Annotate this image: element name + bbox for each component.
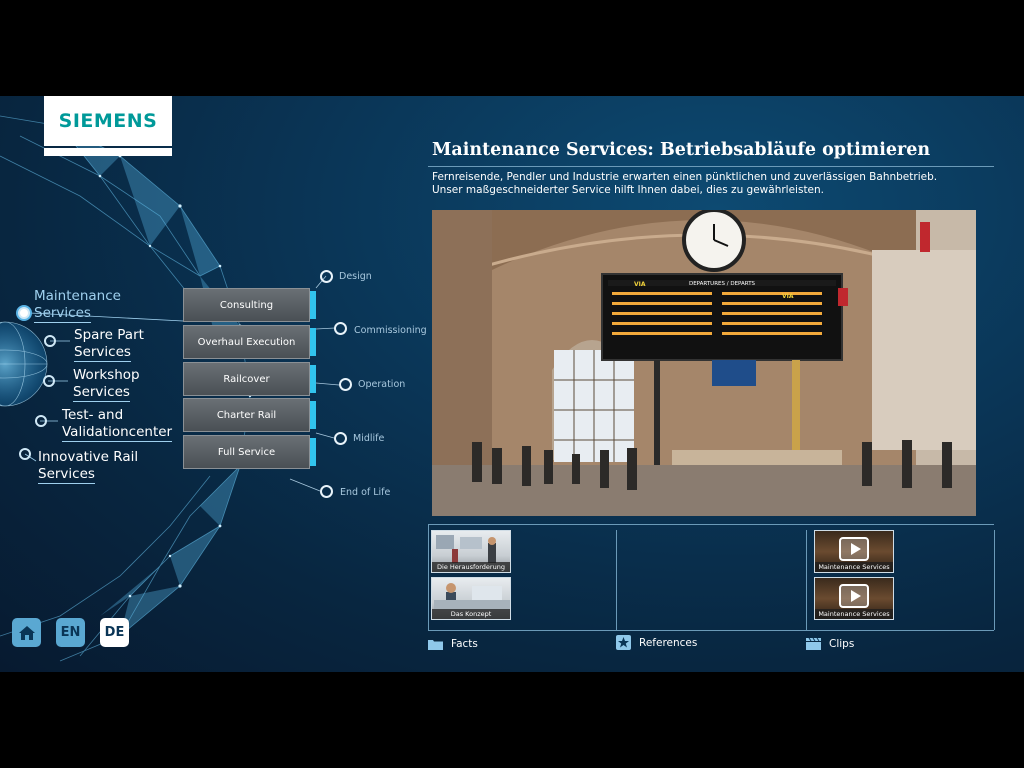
overhaul-execution-button[interactable]: Overhaul Execution	[183, 325, 310, 359]
railcover-tab-marker	[310, 365, 316, 393]
menu-item-label: Services	[74, 344, 131, 362]
clips-tab[interactable]: Clips	[806, 638, 854, 650]
subtitle-line: Unser maßgeschneiderter Service hilft Ih…	[432, 184, 825, 196]
menu-dot-spare-part[interactable]	[44, 335, 56, 347]
menu-item-label: Services	[38, 466, 95, 484]
lifecycle-end-of-life-node[interactable]	[320, 485, 333, 498]
thumb-caption: Die Herausforderung	[432, 562, 510, 572]
menu-item-label: Services	[34, 305, 91, 323]
consulting-tab-marker	[310, 291, 316, 319]
lifecycle-design-node[interactable]	[320, 270, 333, 283]
charter-rail-tab-marker	[310, 401, 316, 429]
lifecycle-operation-node[interactable]	[339, 378, 352, 391]
play-icon[interactable]	[839, 584, 869, 608]
clip-thumb-maintenance-2[interactable]: Maintenance Services	[814, 577, 894, 620]
menu-dot-maintenance[interactable]	[18, 307, 30, 319]
home-icon	[18, 625, 35, 640]
clips-tab-label: Clips	[829, 638, 855, 650]
menu-item-workshop-services[interactable]: Workshop Services	[73, 367, 140, 402]
menu-item-label: Innovative Rail	[38, 449, 139, 465]
lifecycle-midlife-label[interactable]: Midlife	[353, 433, 384, 444]
page-subtitle: Fernreisende, Pendler und Industrie erwa…	[432, 171, 992, 197]
lifecycle-end-of-life-label[interactable]: End of Life	[340, 487, 390, 498]
references-tab-label: References	[639, 636, 698, 649]
logo-underline	[44, 148, 172, 156]
menu-item-label: Validationcenter	[62, 424, 173, 442]
menu-item-spare-part-services[interactable]: Spare Part Services	[74, 327, 144, 362]
app-stage: SIEMENS Maintenance Services Spare Part …	[0, 96, 1024, 672]
language-de-button[interactable]: DE	[100, 618, 129, 647]
facts-thumb-challenge[interactable]: Die Herausforderung	[431, 530, 511, 573]
station-hall-photo: DEPARTURES / DEPARTS VIA VIA	[432, 210, 976, 516]
menu-item-innovative-rail-services[interactable]: Innovative Rail Services	[38, 449, 139, 484]
menu-dot-workshop[interactable]	[43, 375, 55, 387]
star-badge-icon	[616, 635, 631, 650]
menu-item-label: Maintenance	[34, 288, 121, 304]
logo-text: SIEMENS	[58, 110, 158, 132]
station-hall-illustration: DEPARTURES / DEPARTS VIA VIA	[432, 210, 976, 516]
menu-item-label: Test- and	[62, 407, 124, 423]
page-title: Maintenance Services: Betriebsabläufe op…	[432, 140, 931, 160]
clip-thumb-maintenance-1[interactable]: Maintenance Services	[814, 530, 894, 573]
references-tab[interactable]: References	[616, 635, 697, 650]
board-brand-right: VIA	[782, 293, 794, 300]
lifecycle-commissioning-node[interactable]	[334, 322, 347, 335]
home-button[interactable]	[12, 618, 41, 647]
charter-rail-button[interactable]: Charter Rail	[183, 398, 310, 432]
thumb-caption: Maintenance Services	[815, 562, 893, 572]
lifecycle-design-label[interactable]: Design	[339, 271, 372, 282]
media-panel-divider-1	[616, 530, 617, 630]
media-panel-bottom-border	[428, 630, 994, 631]
menu-item-test-validationcenter[interactable]: Test- and Validationcenter	[62, 407, 173, 442]
menu-item-label: Spare Part	[74, 327, 144, 343]
lifecycle-midlife-node[interactable]	[334, 432, 347, 445]
subtitle-line: Fernreisende, Pendler und Industrie erwa…	[432, 171, 938, 183]
media-panel-right-border	[994, 530, 995, 630]
language-en-button[interactable]: EN	[56, 618, 85, 647]
menu-item-label: Services	[73, 384, 130, 402]
facts-thumb-concept[interactable]: Das Konzept	[431, 577, 511, 620]
thumb-caption: Das Konzept	[432, 609, 510, 619]
menu-dot-test-validation[interactable]	[35, 415, 47, 427]
folder-icon	[428, 640, 443, 650]
facts-tab-label: Facts	[451, 638, 478, 650]
menu-dot-innovative-rail[interactable]	[19, 448, 31, 460]
railcover-button[interactable]: Railcover	[183, 362, 310, 396]
overhaul-tab-marker	[310, 328, 316, 356]
consulting-button[interactable]: Consulting	[183, 288, 310, 322]
media-panel-top-border	[428, 524, 994, 525]
title-divider	[428, 166, 994, 167]
full-service-button[interactable]: Full Service	[183, 435, 310, 469]
media-panel-left-border	[428, 524, 429, 630]
play-icon[interactable]	[839, 537, 869, 561]
full-service-tab-marker	[310, 438, 316, 466]
lifecycle-operation-label[interactable]: Operation	[358, 379, 405, 390]
menu-item-label: Workshop	[73, 367, 140, 383]
media-panel-divider-2	[806, 530, 807, 630]
board-title: DEPARTURES / DEPARTS	[689, 281, 756, 287]
lifecycle-commissioning-label[interactable]: Commissioning	[354, 325, 427, 336]
facts-tab[interactable]: Facts	[428, 638, 478, 650]
thumb-caption: Maintenance Services	[815, 609, 893, 619]
menu-item-maintenance-services[interactable]: Maintenance Services	[34, 288, 121, 323]
clapperboard-icon	[806, 638, 821, 650]
board-brand-left: VIA	[634, 281, 646, 288]
siemens-logo: SIEMENS	[44, 96, 172, 146]
